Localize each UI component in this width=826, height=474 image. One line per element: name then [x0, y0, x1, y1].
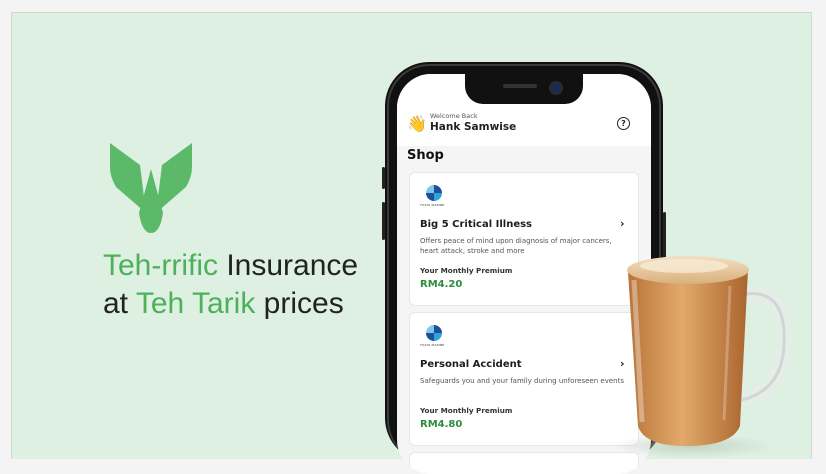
- headline-text: Insurance: [218, 249, 359, 282]
- product-card-personal-accident[interactable]: TOKIO MARINE Personal Accident › Safegua…: [409, 312, 639, 446]
- phone-side-button: [382, 167, 385, 189]
- product-title: Personal Accident: [420, 359, 522, 370]
- insurer-logo: TOKIO MARINE: [420, 185, 450, 207]
- insurer-name: TOKIO MARINE: [420, 343, 445, 347]
- user-name: Hank Samwise: [430, 121, 517, 133]
- insurer-name: TOKIO MARINE: [420, 203, 445, 207]
- help-icon[interactable]: ?: [617, 117, 630, 130]
- camera-icon: [549, 81, 563, 95]
- product-description: Offers peace of mind upon diagnosis of m…: [420, 237, 612, 255]
- welcome-text: Welcome Back: [430, 112, 478, 120]
- shop-title: Shop: [407, 148, 444, 163]
- product-card-critical-illness[interactable]: TOKIO MARINE Big 5 Critical Illness › Of…: [409, 172, 639, 306]
- premium-price: RM4.20: [420, 279, 463, 290]
- headline-highlight: Teh Tarik: [135, 287, 256, 320]
- brand-logo-icon: [110, 143, 192, 233]
- headline-text: at: [103, 287, 136, 320]
- speaker-icon: [503, 84, 537, 88]
- phone-notch: [465, 74, 583, 104]
- chevron-right-icon[interactable]: ›: [620, 217, 625, 230]
- product-description: Safeguards you and your family during un…: [420, 377, 624, 385]
- insurer-logo-icon: [426, 325, 442, 341]
- premium-label: Your Monthly Premium: [420, 406, 513, 415]
- headline-highlight: Teh-rrific: [103, 249, 219, 282]
- insurer-logo-icon: [426, 185, 442, 201]
- product-title: Big 5 Critical Illness: [420, 219, 533, 230]
- headline-text: prices: [255, 287, 344, 320]
- insurer-logo: TOKIO MARINE: [420, 325, 450, 347]
- hero-headline: Teh-rrific Insurance at Teh Tarik prices: [103, 247, 358, 323]
- premium-label: Your Monthly Premium: [420, 266, 513, 275]
- teh-tarik-mug-image: [612, 256, 792, 458]
- product-card-partial[interactable]: [409, 452, 639, 474]
- phone-side-button: [382, 202, 385, 240]
- wave-icon: 👋: [407, 114, 427, 133]
- premium-price: RM4.80: [420, 419, 463, 430]
